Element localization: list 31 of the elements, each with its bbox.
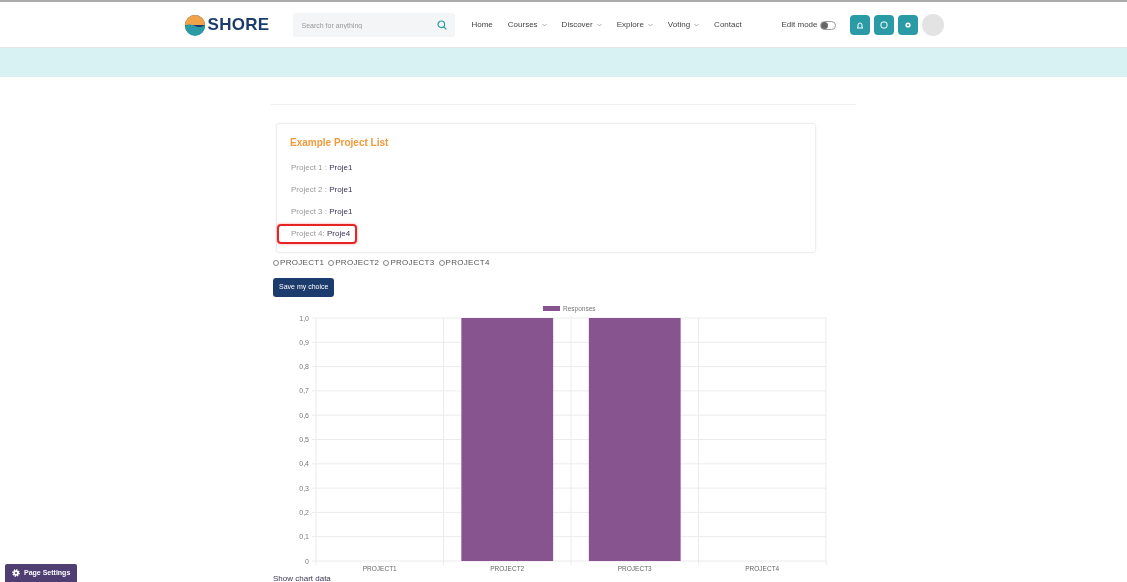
caret-icon bbox=[541, 22, 547, 27]
project-entry: Project 3 : Proje1 bbox=[290, 206, 354, 218]
chat-bubble-button[interactable] bbox=[873, 15, 894, 35]
brand-name[interactable]: SHORE bbox=[207, 12, 270, 38]
nav-link[interactable]: Home bbox=[471, 19, 493, 31]
nav-link[interactable]: Courses bbox=[507, 19, 547, 31]
caret-icon bbox=[596, 22, 602, 27]
project-entry: Project 4: Proje4 bbox=[277, 224, 358, 244]
card-title: Example Project List bbox=[290, 136, 390, 150]
chat-bubble-icon bbox=[878, 20, 889, 30]
show-chart-data-link[interactable]: Show chart data bbox=[273, 573, 331, 582]
notification-bell-icon bbox=[854, 20, 865, 30]
radio-label[interactable]: PROJECT4 bbox=[445, 257, 490, 269]
caret-icon bbox=[647, 22, 653, 27]
radio-label[interactable]: PROJECT1 bbox=[280, 257, 325, 269]
search-icon[interactable] bbox=[437, 20, 448, 30]
nav-link[interactable]: Contact bbox=[714, 19, 742, 31]
project-entry: Project 1 : Proje1 bbox=[290, 162, 354, 174]
notification-bell-button[interactable] bbox=[849, 15, 870, 35]
logo-icon bbox=[183, 14, 206, 36]
nav-link[interactable]: Voting bbox=[667, 19, 700, 31]
nav-link[interactable]: Explore bbox=[616, 19, 653, 31]
project-entry: Project 2 : Proje1 bbox=[290, 184, 354, 196]
gear-button[interactable] bbox=[897, 15, 918, 35]
radio-label[interactable]: PROJECT3 bbox=[390, 257, 435, 269]
edit-mode-label: Edit mode bbox=[781, 19, 818, 31]
nav-link[interactable]: Discover bbox=[561, 19, 602, 31]
gear-icon bbox=[12, 568, 20, 577]
gear-icon bbox=[902, 20, 913, 30]
radio-label[interactable]: PROJECT2 bbox=[335, 257, 380, 269]
caret-icon bbox=[694, 22, 700, 27]
